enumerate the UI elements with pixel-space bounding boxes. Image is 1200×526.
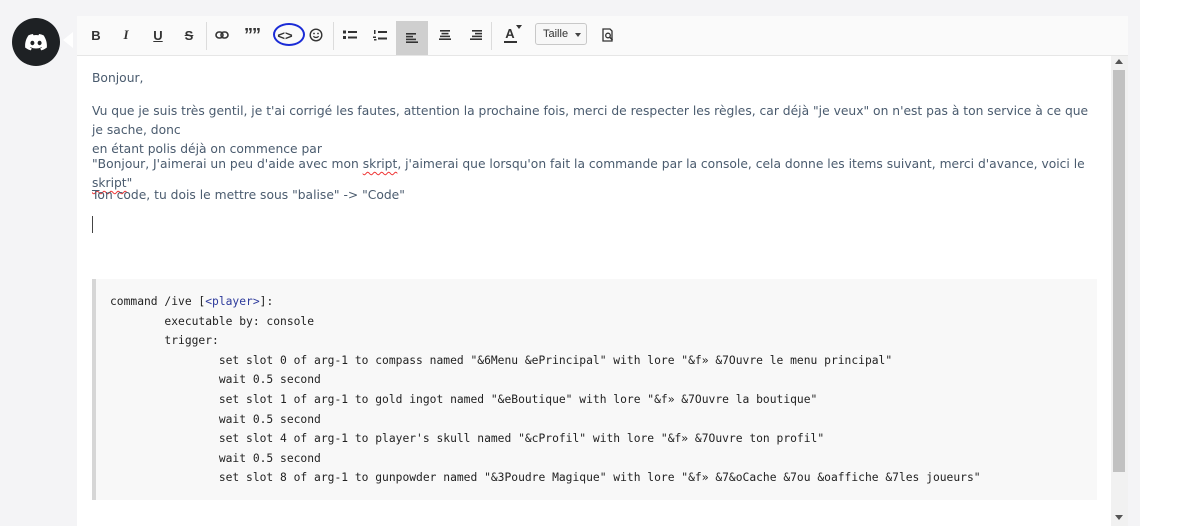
toolbar-divider [491, 22, 492, 50]
link-icon [215, 31, 229, 39]
code-line: trigger: [110, 334, 219, 348]
editor-toolbar: B I U S ”” <> A Taille [77, 16, 1128, 56]
code-line: wait 0.5 second [110, 412, 321, 426]
font-size-label: Taille [543, 28, 569, 40]
code-line: set slot 1 of arg-1 to gold ingot named … [110, 393, 818, 406]
text-greeting: Bonjour, [92, 71, 144, 85]
italic-button[interactable]: I [117, 22, 135, 48]
bullet-list-icon [343, 30, 357, 39]
quote-button[interactable]: ”” [243, 22, 261, 48]
strikethrough-button[interactable]: S [180, 22, 198, 48]
scroll-up-arrow[interactable] [1115, 59, 1123, 64]
annotation-circle [273, 23, 305, 46]
link-button[interactable] [213, 22, 231, 48]
align-center-icon [439, 30, 451, 40]
preview-button[interactable] [598, 22, 618, 48]
emoji-icon [309, 28, 323, 42]
chevron-down-icon [516, 25, 522, 29]
align-center-button[interactable] [436, 22, 454, 48]
text-paragraph-1: Vu que je suis très gentil, je t'ai corr… [92, 102, 1102, 159]
code-fragment: command /ive [ [110, 295, 206, 308]
numbered-list-button[interactable] [371, 22, 389, 48]
align-left-button[interactable] [396, 21, 428, 55]
code-line: set slot 4 of arg-1 to player's skull na… [110, 432, 825, 446]
scroll-down-arrow[interactable] [1115, 515, 1123, 520]
text-fragment: "Bonjour, J'aimerai un peu d'aide avec m… [92, 157, 363, 171]
avatar[interactable] [12, 18, 60, 66]
font-color-label: A [505, 26, 515, 41]
bubble-arrow [63, 32, 73, 48]
discord-logo [25, 33, 47, 50]
scroll-thumb[interactable] [1113, 70, 1125, 472]
code-block[interactable]: command /ive [<player>]: executable by: … [92, 279, 1097, 500]
toolbar-divider [333, 22, 334, 50]
align-right-button[interactable] [467, 22, 485, 48]
spellcheck-word: skript [362, 157, 398, 171]
toolbar-divider [206, 22, 207, 50]
code-line: wait 0.5 second [110, 451, 321, 465]
message-editor: B I U S ”” <> A Taille Bonjour, Vu que j… [77, 16, 1128, 526]
numbered-list-icon [373, 29, 387, 40]
text-paragraph-3: Ton code, tu dois le mettre sous "balise… [92, 188, 405, 202]
text-line: Vu que je suis très gentil, je t'ai corr… [92, 104, 1089, 137]
code-fragment-player: <player> [205, 295, 260, 308]
text-cursor [92, 216, 93, 233]
bullet-list-button[interactable] [341, 22, 359, 48]
chevron-down-icon [575, 33, 581, 37]
code-fragment: ]: [259, 295, 274, 308]
editor-content[interactable]: Bonjour, Vu que je suis très gentil, je … [77, 56, 1111, 526]
align-left-icon [406, 33, 418, 43]
underline-button[interactable]: U [149, 22, 167, 48]
font-size-select[interactable]: Taille [535, 23, 587, 45]
page-margin [1140, 0, 1200, 526]
align-right-icon [470, 30, 482, 40]
text-fragment: , j'aimerai que lorsqu'on fait la comman… [397, 157, 1085, 171]
bold-button[interactable]: B [87, 22, 105, 48]
code-line: set slot 0 of arg-1 to compass named "&6… [110, 353, 893, 367]
vertical-scrollbar[interactable] [1111, 56, 1128, 526]
preview-icon [601, 28, 613, 42]
emoji-button[interactable] [306, 22, 326, 48]
code-line: command /ive [<player>]: [110, 292, 273, 312]
code-line: executable by: console [110, 314, 315, 328]
code-line: wait 0.5 second [110, 373, 321, 387]
code-line: set slot 8 of arg-1 to gunpowder named "… [110, 471, 981, 485]
font-color-swatch [503, 41, 517, 43]
